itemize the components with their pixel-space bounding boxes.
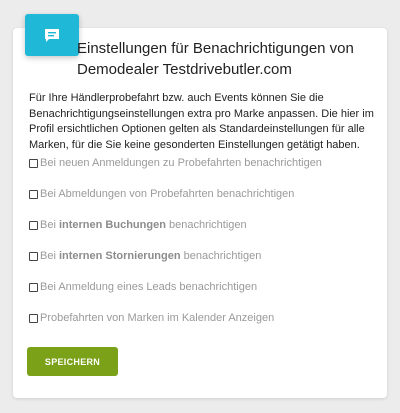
option-cancellations[interactable]: Bei Abmeldungen von Probefahrten benachr… [29, 186, 379, 202]
option-calendar-display[interactable]: Probefahrten von Marken im Kalender Anze… [29, 310, 379, 326]
notification-settings-card: Einstellungen für Benachrichtigungen von… [13, 14, 387, 398]
title-line-1: Einstellungen für Benachrichtigungen von [77, 40, 354, 57]
save-button[interactable]: SPEICHERN [27, 347, 118, 376]
option-label-lead-registration: Bei Anmeldung eines Leads benachrichtige… [40, 281, 258, 293]
option-new-registrations[interactable]: Bei neuen Anmeldungen zu Probefahrten be… [29, 155, 379, 171]
settings-description: Für Ihre Händlerprobefahrt bzw. auch Eve… [29, 92, 374, 151]
page-title: Einstellungen für Benachrichtigungen von… [77, 38, 377, 80]
checkbox-cancellations[interactable] [29, 189, 38, 199]
notification-options-list: Bei neuen Anmeldungen zu Probefahrten be… [29, 155, 379, 341]
checkbox-lead-registration[interactable] [29, 282, 38, 292]
option-label-new-registrations: Bei neuen Anmeldungen zu Probefahrten be… [40, 157, 322, 169]
chat-message-icon [25, 14, 79, 56]
option-label-internal-bookings: Bei internen Buchungen benachrichtigen [40, 219, 247, 231]
checkbox-internal-bookings[interactable] [29, 220, 38, 230]
option-label-calendar-display: Probefahrten von Marken im Kalender Anze… [40, 312, 275, 324]
checkbox-internal-cancellations[interactable] [29, 251, 38, 261]
option-label-cancellations: Bei Abmeldungen von Probefahrten benachr… [40, 188, 295, 200]
checkbox-calendar-display[interactable] [29, 313, 38, 323]
option-internal-cancellations[interactable]: Bei internen Stornierungen benachrichtig… [29, 248, 379, 264]
checkbox-new-registrations[interactable] [29, 158, 38, 168]
title-line-2: Demodealer Testdrivebutler.com [77, 61, 292, 78]
option-lead-registration[interactable]: Bei Anmeldung eines Leads benachrichtige… [29, 279, 379, 295]
option-internal-bookings[interactable]: Bei internen Buchungen benachrichtigen [29, 217, 379, 233]
option-label-internal-cancellations: Bei internen Stornierungen benachrichtig… [40, 250, 262, 262]
